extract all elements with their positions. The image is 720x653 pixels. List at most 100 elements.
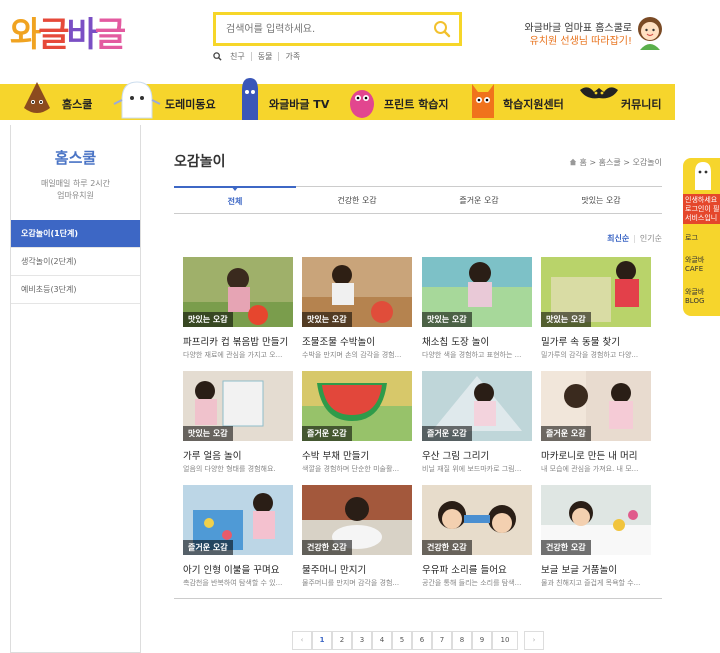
page-button[interactable]: 10 bbox=[492, 631, 518, 650]
card-badge: 즐거운 오감 bbox=[541, 426, 591, 441]
nav-tv[interactable]: 와글바글 TV bbox=[269, 84, 329, 120]
home-icon bbox=[569, 158, 577, 166]
nav-print[interactable]: 프린트 학습지 bbox=[384, 84, 449, 120]
card-desc: 비닐 재질 위에 보드마카로 그림... bbox=[422, 465, 522, 473]
card-title[interactable]: 조물조물 수박놀이 bbox=[302, 334, 412, 348]
breadcrumb-home[interactable]: 홈 bbox=[579, 158, 586, 167]
sidebar-item-stage2[interactable]: 생각놀이(2단계) bbox=[11, 248, 140, 276]
card-thumbnail[interactable]: 맛있는 오감 bbox=[302, 257, 412, 327]
logo-char-4: 글 bbox=[94, 15, 126, 55]
content-card[interactable]: 즐거운 오감 아기 인형 이불을 꾸며요 촉감천을 반복하여 탐색할 수 있..… bbox=[183, 485, 293, 588]
card-thumbnail[interactable]: 즐거운 오감 bbox=[183, 485, 293, 555]
header-promo[interactable]: 와글바글 엄마표 홈스쿨로 유치원 선생님 따라잡기! bbox=[524, 22, 632, 48]
keyword-link[interactable]: 친구 bbox=[224, 52, 252, 61]
keyword-link[interactable]: 동물 bbox=[252, 52, 280, 61]
main-nav: 홈스쿨 도레미동요 와글바글 TV 프린트 학습지 학습지원센터 커뮤니티 bbox=[0, 78, 675, 120]
tab-healthy[interactable]: 건강한 오감 bbox=[296, 187, 418, 213]
content-card[interactable]: 맛있는 오감 조물조물 수박놀이 수박을 만지며 손의 감각을 경험... bbox=[302, 257, 412, 360]
card-thumbnail[interactable]: 맛있는 오감 bbox=[183, 371, 293, 441]
card-title[interactable]: 마카로니로 만든 내 머리 bbox=[541, 448, 651, 462]
page-button[interactable]: 8 bbox=[452, 631, 472, 650]
card-thumbnail[interactable]: 건강한 오감 bbox=[541, 485, 651, 555]
page-button[interactable]: 9 bbox=[472, 631, 492, 650]
card-badge: 건강한 오감 bbox=[541, 540, 591, 555]
card-thumbnail[interactable]: 건강한 오감 bbox=[302, 485, 412, 555]
card-title[interactable]: 채소칩 도장 놀이 bbox=[422, 334, 532, 348]
card-title[interactable]: 파프리카 컵 볶음밥 만들기 bbox=[183, 334, 293, 348]
quick-cafe-link[interactable]: 와글바 CAFE bbox=[685, 256, 720, 274]
card-thumbnail[interactable]: 즐거운 오감 bbox=[541, 371, 651, 441]
floating-quick-panel: 인생하세요 로그인이 필 서비스입니 로그 와글바 CAFE 와글바 BLOG bbox=[683, 158, 720, 316]
card-title[interactable]: 수박 부채 만들기 bbox=[302, 448, 412, 462]
page-button[interactable]: 1 bbox=[312, 631, 332, 650]
card-thumbnail[interactable]: 즐거운 오감 bbox=[302, 371, 412, 441]
card-badge: 맛있는 오감 bbox=[183, 426, 233, 441]
card-badge: 건강한 오감 bbox=[422, 540, 472, 555]
card-thumbnail[interactable]: 맛있는 오감 bbox=[183, 257, 293, 327]
nav-doremi[interactable]: 도레미동요 bbox=[165, 84, 216, 120]
mascot-icon bbox=[695, 162, 711, 190]
promo-line-1: 와글바글 엄마표 홈스쿨로 bbox=[524, 23, 632, 34]
sort-popular[interactable]: 인기순 bbox=[640, 234, 662, 243]
card-desc: 공간을 통해 들리는 소리를 탐색... bbox=[422, 579, 522, 587]
quick-login-link[interactable]: 로그 bbox=[685, 234, 720, 243]
card-desc: 수박을 만지며 손의 감각을 경험... bbox=[302, 351, 402, 359]
tab-fun[interactable]: 즐거운 오감 bbox=[418, 187, 540, 213]
content-card[interactable]: 즐거운 오감 수박 부채 만들기 색깔을 경험하며 단순한 미술활... bbox=[302, 371, 412, 474]
page-button[interactable]: 5 bbox=[392, 631, 412, 650]
quick-blog-link[interactable]: 와글바 BLOG bbox=[685, 288, 720, 306]
content-card[interactable]: 맛있는 오감 밀가루 속 동물 찾기 밀가루의 감각을 경험하고 다양... bbox=[541, 257, 651, 360]
sidebar-item-stage3[interactable]: 예비초등(3단계) bbox=[11, 276, 140, 304]
page-button[interactable]: 3 bbox=[352, 631, 372, 650]
card-desc: 다양한 색을 경험하고 표현하는 ... bbox=[422, 351, 522, 359]
nav-support[interactable]: 학습지원센터 bbox=[503, 84, 564, 120]
card-title[interactable]: 우산 그림 그리기 bbox=[422, 448, 532, 462]
chestnut-character-icon bbox=[24, 82, 50, 113]
keyword-link[interactable]: 가족 bbox=[279, 52, 306, 61]
nav-homeschool[interactable]: 홈스쿨 bbox=[62, 84, 92, 120]
content-card[interactable]: 맛있는 오감 채소칩 도장 놀이 다양한 색을 경험하고 표현하는 ... bbox=[422, 257, 532, 360]
card-desc: 물과 친해지고 즐겁게 목욕할 수... bbox=[541, 579, 641, 587]
card-thumbnail[interactable]: 맛있는 오감 bbox=[541, 257, 651, 327]
logo-char-1: 와 bbox=[10, 15, 41, 55]
tab-all[interactable]: 전체 bbox=[174, 186, 296, 213]
card-title[interactable]: 가루 얼음 놀이 bbox=[183, 448, 293, 462]
search-icon[interactable] bbox=[433, 20, 451, 38]
breadcrumb-homeschool[interactable]: 홈스쿨 bbox=[599, 158, 621, 167]
content-card[interactable]: 건강한 오감 우유파 소리를 들어요 공간을 통해 들리는 소리를 탐색... bbox=[422, 485, 532, 588]
bat-character-icon bbox=[580, 87, 618, 99]
page-button[interactable]: 6 bbox=[412, 631, 432, 650]
card-thumbnail[interactable]: 즐거운 오감 bbox=[422, 371, 532, 441]
content-card[interactable]: 즐거운 오감 우산 그림 그리기 비닐 재질 위에 보드마카로 그림... bbox=[422, 371, 532, 474]
sidebar-item-stage1[interactable]: 오감놀이(1단계) bbox=[11, 220, 140, 248]
card-thumbnail[interactable]: 맛있는 오감 bbox=[422, 257, 532, 327]
content-card[interactable]: 건강한 오감 물주머니 만지기 물주머니를 만지며 감각을 경험... bbox=[302, 485, 412, 588]
card-desc: 얼음의 다양한 형태를 경험해요. bbox=[183, 465, 276, 473]
card-title[interactable]: 밀가루 속 동물 찾기 bbox=[541, 334, 651, 348]
card-thumbnail[interactable]: 건강한 오감 bbox=[422, 485, 532, 555]
hot-keywords: 친구 동물 가족 bbox=[213, 52, 306, 61]
prev-page-button[interactable]: ‹ bbox=[292, 631, 312, 650]
search-small-icon bbox=[213, 52, 222, 61]
card-badge: 즐거운 오감 bbox=[422, 426, 472, 441]
pink-monster-icon bbox=[350, 90, 374, 118]
card-title[interactable]: 보글 보글 거품놀이 bbox=[541, 562, 651, 576]
pagination: ‹ 1 2 3 4 5 6 7 8 9 10 › bbox=[292, 631, 544, 650]
tab-tasty[interactable]: 맛있는 오감 bbox=[540, 187, 662, 213]
site-logo[interactable]: 와글바글 bbox=[10, 14, 134, 56]
card-title[interactable]: 우유파 소리를 들어요 bbox=[422, 562, 532, 576]
search-input[interactable] bbox=[216, 15, 416, 43]
sort-latest[interactable]: 최신순 bbox=[607, 234, 629, 243]
card-title[interactable]: 아기 인형 이불을 꾸며요 bbox=[183, 562, 293, 576]
next-page-button[interactable]: › bbox=[524, 631, 544, 650]
nav-community[interactable]: 커뮤니티 bbox=[621, 84, 661, 120]
login-notice: 인생하세요 로그인이 필 서비스입니 bbox=[683, 194, 720, 224]
page-button[interactable]: 2 bbox=[332, 631, 352, 650]
card-title[interactable]: 물주머니 만지기 bbox=[302, 562, 412, 576]
content-card[interactable]: 맛있는 오감 파프리카 컵 볶음밥 만들기 다양한 재료에 관심을 가지고 오.… bbox=[183, 257, 293, 360]
page-button[interactable]: 4 bbox=[372, 631, 392, 650]
content-card[interactable]: 즐거운 오감 마카로니로 만든 내 머리 내 모습에 관심을 가져요. 내 모.… bbox=[541, 371, 651, 474]
page-button[interactable]: 7 bbox=[432, 631, 452, 650]
content-card[interactable]: 건강한 오감 보글 보글 거품놀이 물과 친해지고 즐겁게 목욕할 수... bbox=[541, 485, 651, 588]
content-card[interactable]: 맛있는 오감 가루 얼음 놀이 얼음의 다양한 형태를 경험해요. bbox=[183, 371, 293, 474]
